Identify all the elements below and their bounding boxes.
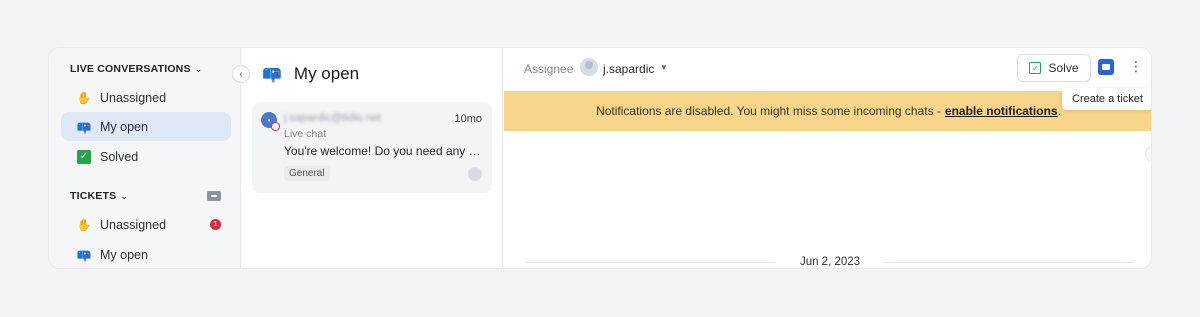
hand-wave-icon: ✋ — [76, 90, 92, 105]
conversation-panel: Assignee j.sapardic ▼ ✓ Solve ⋮ Create a… — [504, 48, 1151, 268]
mailbox-icon: 📪 — [76, 247, 92, 262]
mailbox-icon: 📪 — [76, 119, 92, 134]
sidebar-item-label: My open — [100, 247, 148, 262]
section-title: LIVE CONVERSATIONS — [70, 63, 191, 75]
message-preview: You're welcome! Do you need any more hel… — [284, 144, 484, 158]
divider — [884, 262, 1134, 263]
more-options-icon[interactable]: ⋮ — [1129, 59, 1143, 73]
chevron-down-icon[interactable]: ▼ — [660, 63, 668, 72]
notification-text: Notifications are disabled. You might mi… — [596, 104, 941, 118]
chevron-left-icon: ‹ — [239, 68, 243, 80]
sidebar: LIVE CONVERSATIONS ⌄ ✋ Unassigned 📪 My o… — [49, 48, 241, 268]
solve-button[interactable]: ✓ Solve — [1017, 54, 1091, 82]
details-panel-toggle[interactable] — [1145, 146, 1151, 162]
department-tag: General — [284, 166, 330, 181]
last-message-time: 10mo — [454, 113, 482, 125]
visitor-email: j.sapardic@tidio.net — [284, 112, 381, 124]
list-title-text: My open — [293, 64, 360, 83]
assignee-dropdown[interactable]: j.sapardic — [603, 62, 654, 76]
divider — [526, 262, 776, 263]
conversation-list: 📪 My open • j.sapardic@tidio.net 10mo Li… — [242, 48, 503, 268]
hand-wave-icon: ✋ — [76, 217, 92, 232]
enable-notifications-link[interactable]: enable notifications — [945, 104, 1058, 118]
chevron-down-icon: ⌄ — [120, 190, 129, 201]
agent-avatar — [468, 167, 482, 181]
offline-status-icon — [271, 122, 280, 131]
chevron-down-icon: ⌄ — [194, 63, 203, 74]
sidebar-item-live-unassigned[interactable]: ✋ Unassigned — [61, 83, 231, 112]
sidebar-item-label: My open — [100, 119, 148, 134]
section-title: TICKETS — [70, 190, 117, 202]
channel-label: Live chat — [284, 128, 327, 140]
notification-banner: Notifications are disabled. You might mi… — [504, 91, 1151, 131]
sidebar-item-label: Unassigned — [100, 90, 167, 105]
sidebar-item-tickets-my-open[interactable]: 📪 My open — [61, 240, 231, 268]
tickets-header[interactable]: TICKETS ⌄ — [70, 190, 128, 202]
sidebar-item-live-my-open[interactable]: 📪 My open — [61, 112, 231, 141]
notification-period: . — [1057, 104, 1061, 118]
solve-button-label: Solve — [1048, 61, 1079, 75]
create-ticket-tooltip: Create a ticket — [1062, 88, 1151, 110]
collapse-sidebar-button[interactable]: ‹ — [232, 65, 250, 83]
sidebar-item-label: Unassigned — [100, 217, 167, 232]
avatar[interactable] — [580, 58, 598, 76]
date-separator: Jun 2, 2023 — [526, 256, 1134, 268]
date-separator-text: Jun 2, 2023 — [799, 256, 861, 268]
unread-badge: 1 — [210, 219, 221, 230]
sidebar-item-label: Solved — [100, 149, 139, 164]
sidebar-item-tickets-unassigned[interactable]: ✋ Unassigned 1 — [61, 210, 231, 239]
sidebar-item-live-solved[interactable]: ✓ Solved — [61, 142, 231, 171]
mailbox-icon: 📪 — [262, 66, 282, 83]
list-item[interactable]: • j.sapardic@tidio.net 10mo Live chat Yo… — [252, 102, 492, 193]
live-conversations-header[interactable]: LIVE CONVERSATIONS ⌄ — [70, 63, 202, 75]
app-window: LIVE CONVERSATIONS ⌄ ✋ Unassigned 📪 My o… — [48, 47, 1152, 269]
create-ticket-button[interactable] — [1098, 59, 1114, 75]
assignee-label: Assignee — [524, 62, 574, 76]
new-ticket-icon[interactable] — [207, 191, 221, 201]
check-icon: ✓ — [1029, 62, 1042, 74]
check-box-icon: ✓ — [77, 149, 91, 164]
avatar: • — [261, 112, 280, 131]
list-title: 📪 My open — [262, 64, 359, 84]
